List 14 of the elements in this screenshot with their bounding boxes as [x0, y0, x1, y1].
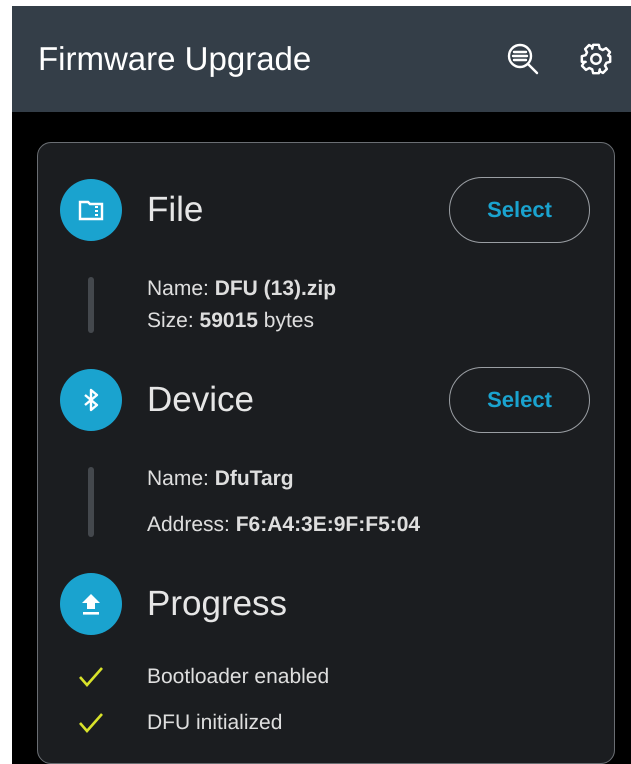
- section-title: File: [147, 190, 204, 230]
- settings-icon[interactable]: [579, 42, 613, 76]
- detail-text: Name: DfuTarg: [147, 467, 295, 491]
- step-label: Bootloader enabled: [147, 665, 330, 689]
- detail-text: Size: 59015 bytes: [147, 309, 315, 333]
- select-button[interactable]: Select: [449, 177, 590, 243]
- section-title: Device: [147, 380, 255, 420]
- section-title: Progress: [147, 584, 288, 624]
- detail-text: Name: DFU (13).zip: [147, 277, 336, 301]
- select-button[interactable]: Select: [449, 367, 590, 433]
- step-label: DFU initialized: [147, 711, 282, 735]
- detail-text: Address: F6:A4:3E:9F:F5:04: [147, 513, 420, 537]
- search-icon[interactable]: [505, 41, 541, 77]
- app-title: Firmware Upgrade: [38, 40, 312, 78]
